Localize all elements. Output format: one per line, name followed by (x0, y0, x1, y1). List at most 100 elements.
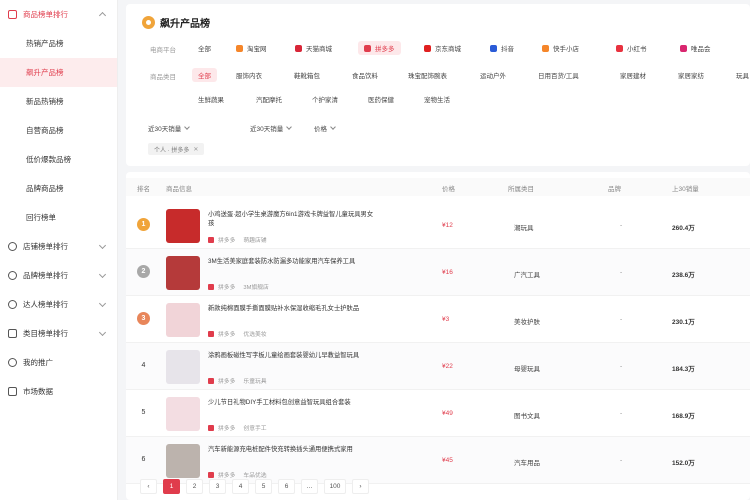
platform-chip-vip[interactable]: 唯品会 (674, 41, 717, 55)
sidebar-item-label: 品牌商品榜 (26, 184, 64, 193)
prev-page-button[interactable]: ‹ (140, 479, 157, 494)
sidebar-item-label: 商品榜单排行 (23, 10, 68, 19)
page-button-current[interactable]: 1 (163, 479, 180, 494)
active-filter-tag[interactable]: 个人 · 拼多多 ✕ (148, 143, 205, 155)
sidebar-item-low-price[interactable]: 低价爆款品榜 (0, 145, 117, 174)
sidebar-item-market-data[interactable]: 市场数据 (0, 377, 117, 406)
product-thumbnail[interactable] (166, 444, 200, 478)
jd-icon (424, 44, 431, 52)
product-name[interactable]: 新款纯棉面膜手撕面膜贴补水保湿收缩毛孔女士护肤品 (208, 304, 378, 313)
page-button[interactable]: 2 (186, 479, 203, 494)
category-chip-11[interactable]: 汽配摩托 (250, 92, 288, 106)
product-name[interactable]: 小鸡送蛋·超小学生桌游魔方6in1游戏卡牌益智儿童玩具男女孩 (208, 210, 378, 228)
shop-platform-icon (208, 236, 214, 243)
chevron-down-icon (98, 270, 107, 279)
product-name[interactable]: 汽车新能源充电桩配件快充转换插头通用便携式家用 (208, 445, 378, 454)
shop-platform-icon (208, 471, 214, 478)
title-row: 飙升产品榜 (142, 15, 210, 30)
platform-chip-tmall[interactable]: 天猫商城 (289, 41, 338, 55)
sales: 168.9万 (672, 413, 695, 420)
category-chip-8[interactable]: 家居家纺 (672, 68, 710, 82)
page-ellipsis[interactable]: … (301, 479, 318, 494)
product-thumbnail[interactable] (166, 397, 200, 431)
sidebar-item-product-rankings[interactable]: 商品榜单排行 (0, 0, 117, 29)
rank-number: 4 (141, 362, 146, 369)
page-button[interactable]: 4 (232, 479, 249, 494)
category-chip-all[interactable]: 全部 (192, 68, 217, 82)
sidebar-item-label: 低价爆款品榜 (26, 155, 71, 164)
sidebar-item-label: 达人榜单排行 (23, 300, 68, 309)
sales: 184.3万 (672, 366, 695, 373)
sidebar-item-hot-products[interactable]: 热销产品榜 (0, 29, 117, 58)
platform-chip-taobao[interactable]: 淘宝网 (230, 41, 273, 55)
category-chip-13[interactable]: 医药保健 (362, 92, 400, 106)
product-thumbnail[interactable] (166, 256, 200, 290)
price-dropdown[interactable]: 价格 (314, 123, 336, 133)
category-chip-2[interactable]: 鞋靴箱包 (288, 68, 326, 82)
sidebar-item-label: 回行榜单 (26, 213, 56, 222)
sidebar-item-new-products[interactable]: 新品热销榜 (0, 87, 117, 116)
sidebar-item-category-rankings[interactable]: 类目榜单排行 (0, 319, 117, 348)
range-dropdown[interactable]: 近30天销量 (250, 123, 293, 133)
table-row[interactable]: 3 新款纯棉面膜手撕面膜贴补水保湿收缩毛孔女士护肤品 拼多多 优选美妆 ¥3 美妆… (126, 296, 750, 343)
platform-chip-jd[interactable]: 京东商城 (418, 41, 467, 55)
sidebar-item-label: 自营商品榜 (26, 126, 64, 135)
shop-info: 拼多多 萌趣店铺 (208, 235, 267, 244)
category-chip-3[interactable]: 食品饮料 (346, 68, 384, 82)
sidebar-item-label: 热销产品榜 (26, 39, 64, 48)
col-sales[interactable]: 上30销量 (672, 183, 699, 193)
table-row[interactable]: 6 汽车新能源充电桩配件快充转换插头通用便携式家用 拼多多 车品优选 ¥45 汽车… (126, 437, 750, 484)
table-row[interactable]: 5 少儿节日礼物DIY手工材料包创意益智玩具组合套装 拼多多 创意手工 ¥49 图… (126, 390, 750, 437)
next-page-button[interactable]: › (352, 479, 369, 494)
sidebar-item-rising-products[interactable]: 飙升产品榜 (0, 58, 117, 87)
sidebar-item-label: 市场数据 (23, 387, 53, 396)
sidebar-item-label: 品牌榜单排行 (23, 271, 68, 280)
product-thumbnail[interactable] (166, 209, 200, 243)
platform-chip-pinduoduo[interactable]: 拼多多 (358, 41, 401, 55)
table-row[interactable]: 1 小鸡送蛋·超小学生桌游魔方6in1游戏卡牌益智儿童玩具男女孩 拼多多 萌趣店铺… (126, 202, 750, 249)
sidebar-item-label: 类目榜单排行 (23, 329, 68, 338)
page-button-last[interactable]: 100 (324, 479, 346, 494)
category-chip-10[interactable]: 生鲜蔬果 (192, 92, 230, 106)
platform-chip-douyin[interactable]: 抖音 (484, 41, 520, 55)
product-thumbnail[interactable] (166, 303, 200, 337)
close-icon[interactable]: ✕ (193, 146, 198, 153)
platform-chip-kuaishou[interactable]: 快手小店 (536, 41, 585, 55)
sidebar-item-brand-products[interactable]: 品牌商品榜 (0, 174, 117, 203)
rank-badge-gold: 1 (137, 218, 150, 231)
sidebar-item-brand-rankings[interactable]: 品牌榜单排行 (0, 261, 117, 290)
price: ¥16 (442, 269, 453, 276)
sort-dropdown[interactable]: 近30天销量 (148, 123, 191, 133)
category-chip-5[interactable]: 运动户外 (474, 68, 512, 82)
sidebar-item-my-promotion[interactable]: 我的推广 (0, 348, 117, 377)
col-price[interactable]: 价格 (442, 183, 455, 193)
sidebar-item-self-operated[interactable]: 自营商品榜 (0, 116, 117, 145)
category-chip-6[interactable]: 日用百货/工具 (532, 68, 585, 82)
category-chip-9[interactable]: 玩具 (730, 68, 750, 82)
rank-number: 5 (141, 409, 146, 416)
table-row[interactable]: 4 涂鸦画板磁性写字板儿童绘画套装婴幼儿早教益智玩具 拼多多 乐童玩具 ¥22 母… (126, 343, 750, 390)
product-name[interactable]: 涂鸦画板磁性写字板儿童绘画套装婴幼儿早教益智玩具 (208, 351, 378, 360)
page-button[interactable]: 3 (209, 479, 226, 494)
page-button[interactable]: 5 (255, 479, 272, 494)
sidebar-item-return-list[interactable]: 回行榜单 (0, 203, 117, 232)
chevron-down-icon (98, 241, 107, 250)
chevron-down-icon (98, 299, 107, 308)
platform-chip-all[interactable]: 全部 (192, 41, 217, 55)
product-name[interactable]: 少儿节日礼物DIY手工材料包创意益智玩具组合套装 (208, 398, 378, 407)
col-brand: 品牌 (608, 186, 621, 193)
product-name[interactable]: 3M生活美家庭套装防水防漏多功能家用汽车保养工具 (208, 257, 378, 266)
product-thumbnail[interactable] (166, 350, 200, 384)
category-chip-14[interactable]: 宠物生活 (418, 92, 456, 106)
platform-chip-xiaohongshu[interactable]: 小红书 (610, 41, 653, 55)
category-chip-12[interactable]: 个护家清 (306, 92, 344, 106)
sidebar-item-store-rankings[interactable]: 店铺榜单排行 (0, 232, 117, 261)
sidebar-item-influencer-rankings[interactable]: 达人榜单排行 (0, 290, 117, 319)
category-chip-7[interactable]: 家居建材 (614, 68, 652, 82)
user-icon (8, 300, 17, 309)
page-button[interactable]: 6 (278, 479, 295, 494)
category-chip-4[interactable]: 珠宝配饰腕表 (402, 68, 453, 82)
table-row[interactable]: 2 3M生活美家庭套装防水防漏多功能家用汽车保养工具 拼多多 3M旗舰店 ¥16 … (126, 249, 750, 296)
category-chip-1[interactable]: 服饰内衣 (230, 68, 268, 82)
price: ¥12 (442, 222, 453, 229)
